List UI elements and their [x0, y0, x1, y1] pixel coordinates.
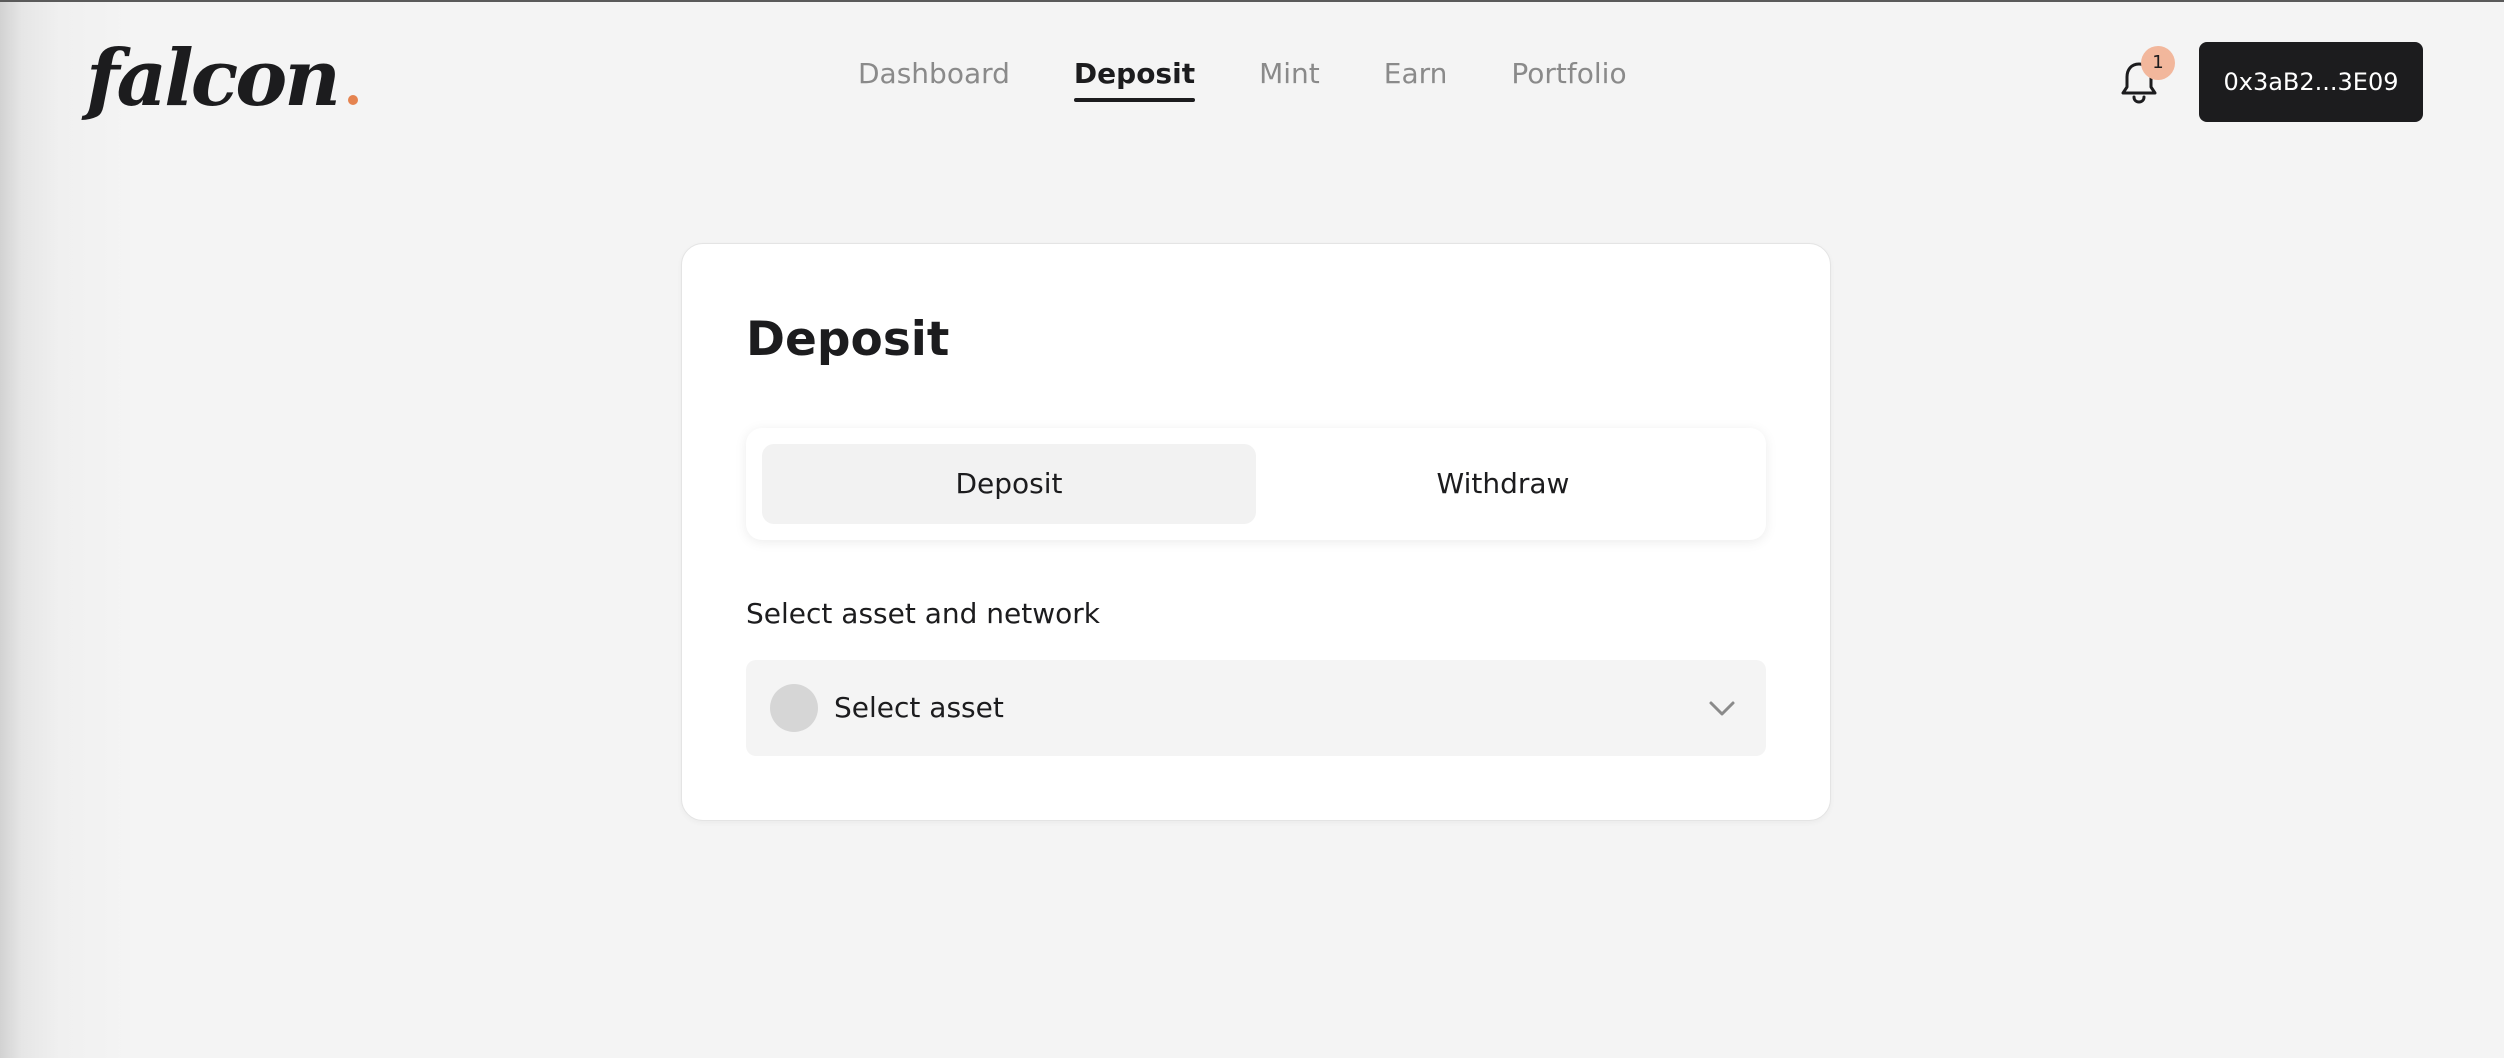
- asset-select-placeholder: Select asset: [834, 691, 1004, 724]
- nav-item-mint[interactable]: Mint: [1259, 56, 1320, 108]
- falcon-logo[interactable]: falcon: [86, 24, 358, 134]
- asset-placeholder-icon: [770, 684, 818, 732]
- notification-badge: 1: [2141, 46, 2175, 80]
- nav-item-dashboard[interactable]: Dashboard: [858, 56, 1010, 108]
- window-top-border: [0, 0, 2504, 2]
- deposit-card: Deposit Deposit Withdraw Select asset an…: [681, 243, 1831, 821]
- asset-field-label: Select asset and network: [746, 597, 1101, 630]
- deposit-withdraw-toggle: Deposit Withdraw: [746, 428, 1766, 540]
- nav-item-portfolio[interactable]: Portfolio: [1511, 56, 1626, 108]
- logo-wordmark: falcon: [86, 33, 341, 124]
- asset-select-dropdown[interactable]: Select asset: [746, 660, 1766, 756]
- nav-item-deposit[interactable]: Deposit: [1073, 56, 1196, 108]
- withdraw-tab[interactable]: Withdraw: [1256, 444, 1750, 524]
- card-title: Deposit: [746, 312, 950, 367]
- nav-item-earn[interactable]: Earn: [1384, 56, 1448, 108]
- chevron-down-icon: [1709, 701, 1735, 716]
- logo-dot: [347, 95, 358, 105]
- main-nav: Dashboard Deposit Mint Earn Portfolio: [858, 56, 1627, 116]
- left-edge-shadow: [0, 2, 130, 1058]
- wallet-address-button[interactable]: 0x3aB2...3E09: [2199, 42, 2423, 122]
- deposit-tab[interactable]: Deposit: [762, 444, 1256, 524]
